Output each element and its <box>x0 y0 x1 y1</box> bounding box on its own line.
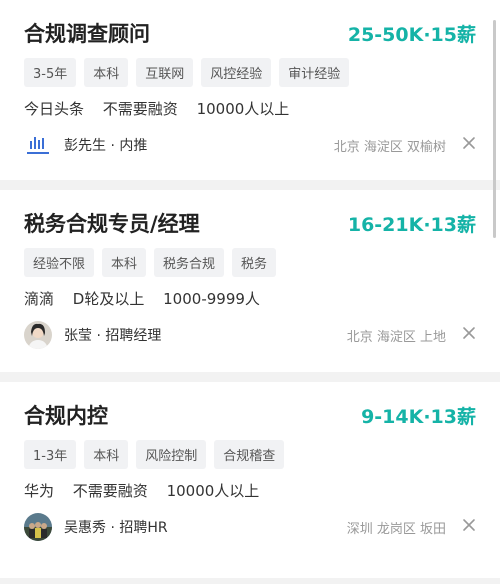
recruiter[interactable]: 张莹 · 招聘经理 <box>24 321 161 349</box>
recruiter-name: 彭先生 · 内推 <box>64 138 148 154</box>
job-card[interactable]: 合规调查顾问 25-50K·15薪 3-5年 本科 互联网 风控经验 审计经验 … <box>0 0 500 180</box>
close-icon[interactable] <box>460 134 478 152</box>
company-funding: 不需要融资 <box>102 100 178 118</box>
job-tag: 经验不限 <box>24 248 95 277</box>
job-location: 北京 海淀区 上地 <box>346 330 446 345</box>
close-icon[interactable] <box>460 324 478 342</box>
company-name: 滴滴 <box>24 290 55 308</box>
company-size: 10000人以上 <box>196 100 290 118</box>
company-funding: D轮及以上 <box>72 290 145 308</box>
job-tag: 3-5年 <box>24 58 77 87</box>
company-info: 滴滴 D轮及以上 1000-9999人 <box>24 288 274 309</box>
job-tag: 本科 <box>102 248 147 277</box>
job-title: 合规内控 <box>24 404 108 428</box>
recruiter-name: 吴惠秀 · 招聘HR <box>64 520 168 536</box>
job-tag: 合规稽查 <box>214 440 285 469</box>
job-tag: 互联网 <box>136 58 194 87</box>
job-tags: 经验不限 本科 税务合规 税务 <box>24 248 277 277</box>
recruiter[interactable]: 吴惠秀 · 招聘HR <box>24 513 168 541</box>
company-name: 华为 <box>24 482 55 500</box>
close-icon[interactable] <box>460 516 478 534</box>
job-title: 合规调查顾问 <box>24 22 150 46</box>
job-tags: 3-5年 本科 互联网 风控经验 审计经验 <box>24 58 350 87</box>
company-name: 今日头条 <box>24 100 85 118</box>
company-size: 10000人以上 <box>166 482 260 500</box>
job-tag: 1-3年 <box>24 440 77 469</box>
recruiter-name: 张莹 · 招聘经理 <box>64 328 162 344</box>
job-salary: 25-50K·15薪 <box>347 24 476 46</box>
job-tag: 审计经验 <box>279 58 350 87</box>
group-photo-avatar-icon <box>24 513 52 541</box>
job-tag: 税务合规 <box>154 248 225 277</box>
company-logo-icon <box>24 131 52 159</box>
job-location: 深圳 龙岗区 坂田 <box>346 522 446 537</box>
company-funding: 不需要融资 <box>72 482 148 500</box>
company-info: 今日头条 不需要融资 10000人以上 <box>24 98 303 119</box>
job-card[interactable]: 合规内控 9-14K·13薪 1-3年 本科 风险控制 合规稽查 华为 不需要融… <box>0 382 500 578</box>
scrollbar[interactable] <box>493 20 496 238</box>
recruiter[interactable]: 彭先生 · 内推 <box>24 131 147 159</box>
company-info: 华为 不需要融资 10000人以上 <box>24 480 273 501</box>
job-title: 税务合规专员/经理 <box>24 212 200 236</box>
job-location: 北京 海淀区 双榆树 <box>333 140 446 155</box>
job-tag: 本科 <box>84 440 129 469</box>
job-tag: 本科 <box>84 58 129 87</box>
job-card[interactable]: 税务合规专员/经理 16-21K·13薪 经验不限 本科 税务合规 税务 滴滴 … <box>0 190 500 372</box>
job-salary: 16-21K·13薪 <box>347 214 476 236</box>
person-avatar-icon <box>24 321 52 349</box>
company-size: 1000-9999人 <box>163 290 260 308</box>
job-tag: 风险控制 <box>136 440 207 469</box>
job-tag: 税务 <box>232 248 277 277</box>
job-tag: 风控经验 <box>201 58 272 87</box>
job-tags: 1-3年 本科 风险控制 合规稽查 <box>24 440 285 469</box>
job-salary: 9-14K·13薪 <box>361 406 476 428</box>
